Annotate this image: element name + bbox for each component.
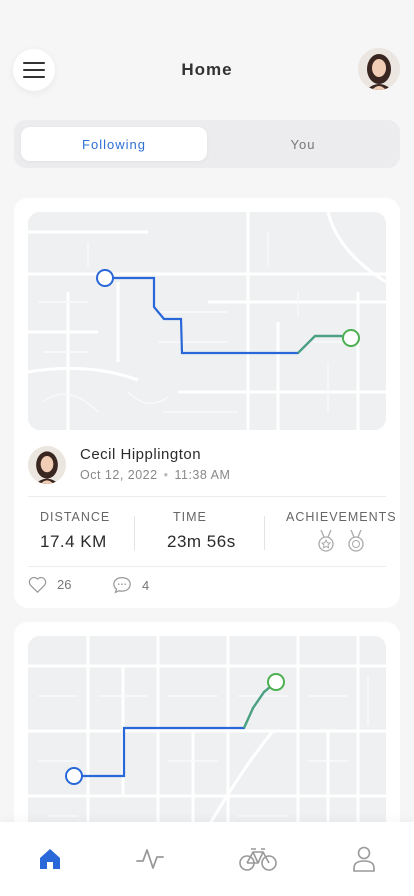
achievement-icons [286, 530, 386, 552]
tab-rides[interactable] [238, 844, 278, 874]
activity-datetime: Oct 12, 2022 • 11:38 AM [80, 468, 230, 482]
activity-card[interactable]: Cecil Hipplington Oct 12, 2022 • 11:38 AM … [14, 198, 400, 608]
heart-icon [28, 576, 47, 593]
stat-label: DISTANCE [40, 510, 111, 524]
tab-home[interactable] [30, 844, 70, 874]
user-name[interactable]: Cecil Hipplington [80, 446, 201, 463]
stat-time: TIME 23m 56s [167, 510, 247, 558]
comment-count: 4 [142, 577, 150, 593]
comment-icon [113, 577, 131, 594]
divider [28, 566, 386, 567]
stat-label: ACHIEVEMENTS [286, 510, 397, 524]
profile-avatar-button[interactable] [358, 48, 400, 90]
medal-icon[interactable] [347, 530, 365, 552]
bike-icon [239, 848, 277, 871]
tab-following[interactable]: Following [21, 127, 207, 161]
like-count: 26 [57, 577, 72, 592]
divider [134, 516, 135, 550]
tab-activity[interactable] [130, 844, 170, 874]
separator-dot: • [163, 468, 169, 482]
social-row: 26 4 [28, 576, 228, 598]
header: Home [0, 46, 414, 92]
tab-profile[interactable] [344, 844, 384, 874]
divider [28, 496, 386, 497]
activity-icon [136, 849, 164, 869]
activity-date: Oct 12, 2022 [80, 468, 158, 482]
comment-button[interactable]: 4 [112, 576, 149, 594]
map-graphic [28, 212, 386, 430]
activity-user-row[interactable]: Cecil Hipplington Oct 12, 2022 • 11:38 AM [28, 444, 386, 488]
stat-label: TIME [173, 510, 207, 524]
profile-icon [353, 846, 375, 872]
avatar-image [28, 446, 66, 484]
feed-segmented-control: Following You [14, 120, 400, 168]
home-icon [40, 849, 60, 869]
avatar[interactable] [28, 446, 66, 484]
activity-stats: DISTANCE 17.4 KM TIME 23m 56s ACHIEVEMEN… [28, 510, 397, 558]
divider [264, 516, 265, 550]
avatar [358, 48, 400, 90]
like-button[interactable]: 26 [28, 576, 71, 593]
stat-distance: DISTANCE 17.4 KM [40, 510, 140, 558]
stat-value: 17.4 KM [40, 532, 107, 551]
tab-you[interactable]: You [210, 127, 396, 161]
bottom-tab-bar [0, 822, 414, 896]
route-map[interactable] [28, 212, 386, 430]
activity-time: 11:38 AM [174, 468, 231, 482]
stat-value: 23m 56s [167, 532, 236, 551]
stat-achievements: ACHIEVEMENTS [286, 510, 397, 558]
medal-icon[interactable] [317, 530, 335, 552]
page-title: Home [181, 60, 233, 79]
